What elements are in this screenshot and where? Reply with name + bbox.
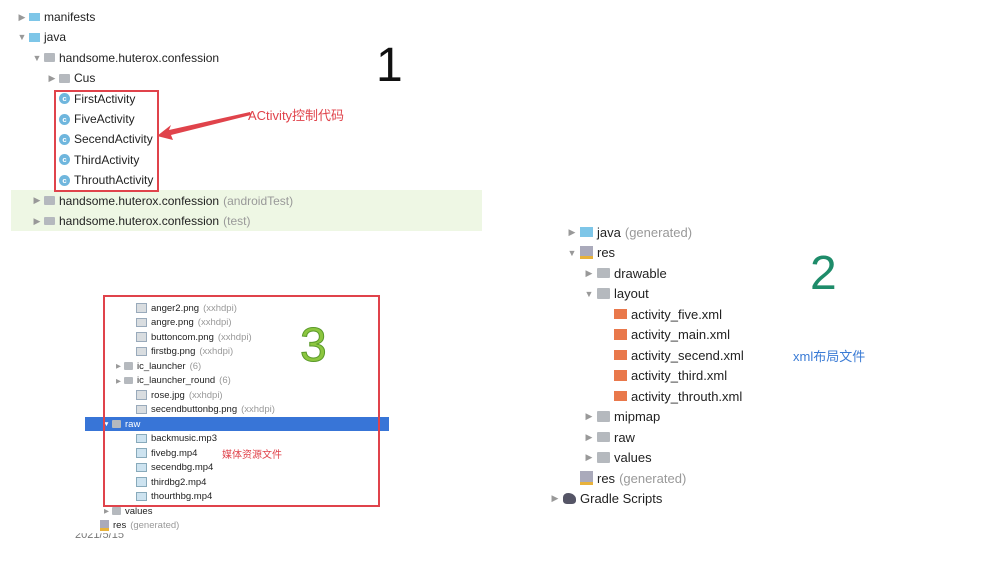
tree-item-label: res — [113, 520, 127, 531]
res-icon — [100, 520, 109, 531]
tree-item-suffix: (generated) — [130, 520, 180, 531]
media-highlight-box — [103, 295, 380, 507]
folder-icon — [112, 507, 121, 515]
panel-number-3: 3 — [300, 319, 328, 372]
tree-item-label: values — [125, 505, 153, 517]
expand-arrow-icon[interactable]: ▶ — [101, 507, 112, 515]
media-annotation: 媒体资源文件 — [222, 450, 282, 461]
tree-item[interactable]: res (generated) — [0, 519, 998, 532]
